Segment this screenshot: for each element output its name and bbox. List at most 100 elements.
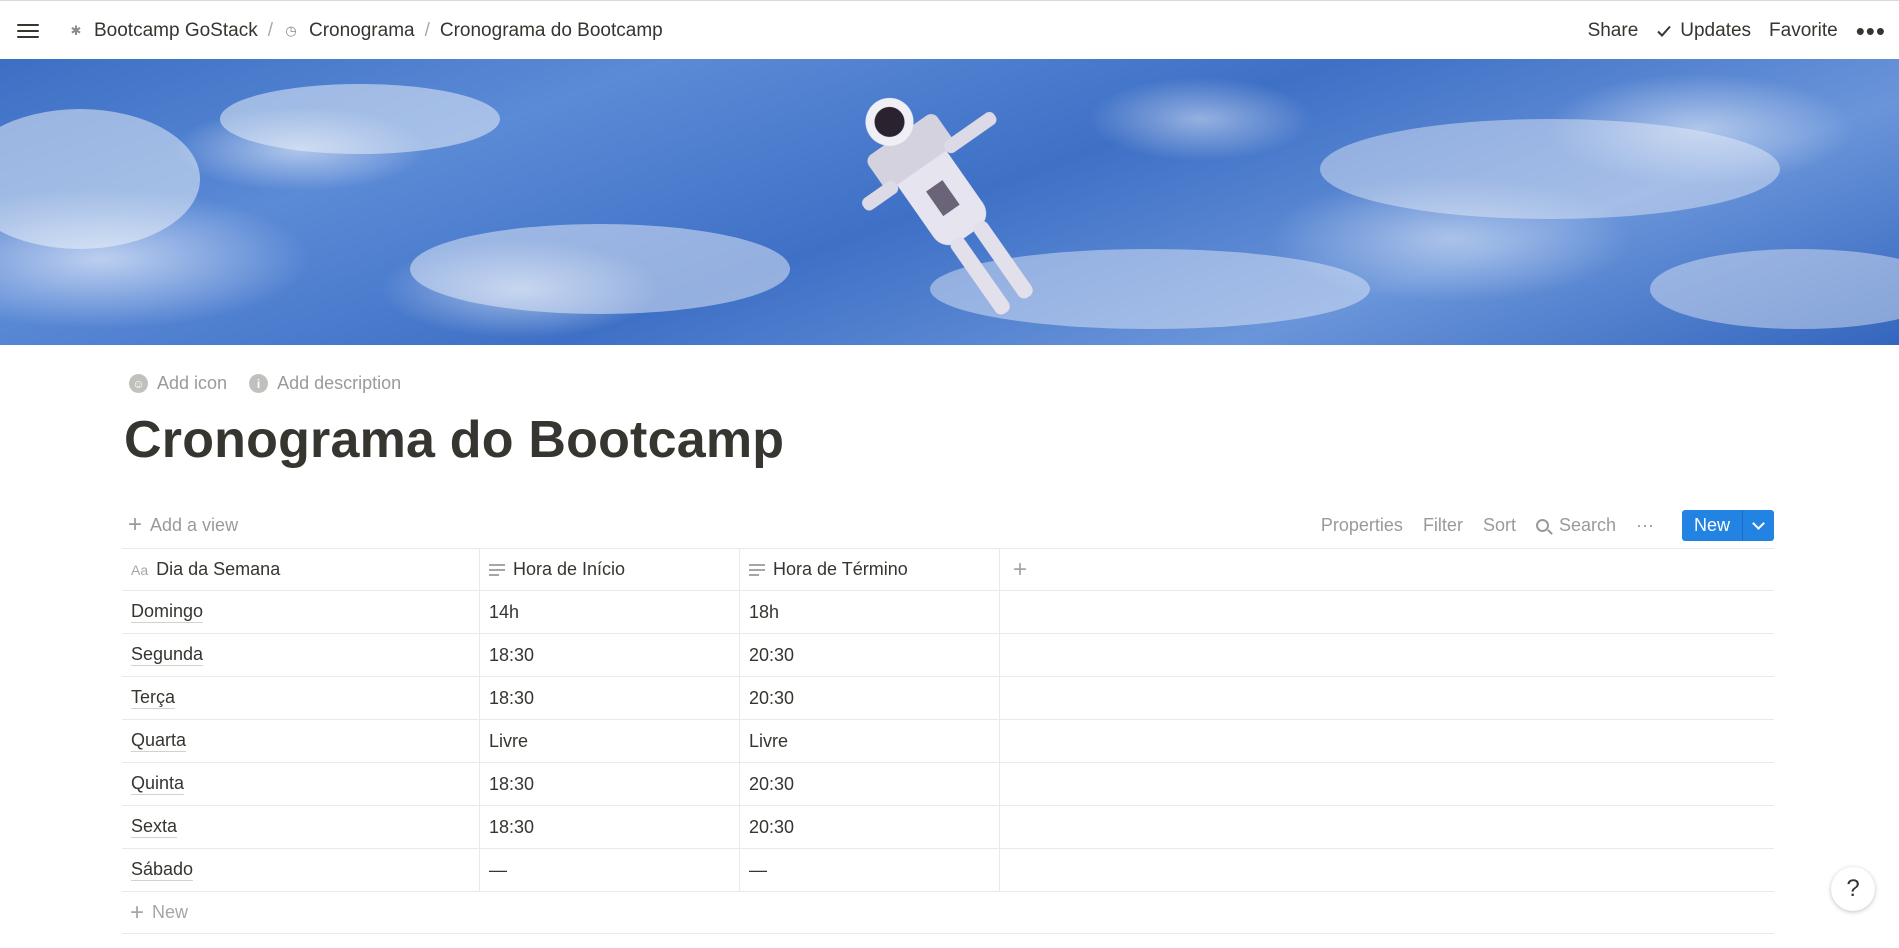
chevron-down-icon[interactable]	[1742, 509, 1774, 541]
cell-end[interactable]: Livre	[740, 720, 1000, 762]
breadcrumb-current-page[interactable]: Cronograma do Bootcamp	[434, 16, 669, 46]
cover-image	[0, 59, 1899, 345]
cell-end[interactable]: 20:30	[740, 677, 1000, 719]
cell-start[interactable]: —	[480, 849, 740, 891]
add-description-label: Add description	[277, 373, 402, 393]
add-view-label: Add a view	[150, 514, 239, 535]
cell-day[interactable]: Sábado	[122, 849, 480, 891]
cell-empty[interactable]	[1000, 677, 1774, 719]
breadcrumb-workspace[interactable]: ✱ Bootcamp GoStack	[62, 16, 264, 46]
table-row[interactable]: Terça 18:30 20:30	[122, 677, 1774, 720]
breadcrumb: ✱ Bootcamp GoStack / ◷ Cronograma / Cron…	[62, 1, 669, 60]
table-row[interactable]: Sábado — —	[122, 849, 1774, 892]
breadcrumb-label: Cronograma do Bootcamp	[439, 19, 663, 41]
title-property-icon: Aa	[131, 561, 149, 578]
column-header-label: Dia da Semana	[156, 559, 281, 579]
database-table: Aa Dia da Semana Hora de Início Hora de …	[122, 548, 1774, 934]
table-row[interactable]: Domingo 14h 18h	[122, 591, 1774, 634]
cell-empty[interactable]	[1000, 806, 1774, 848]
workspace-icon: ✱	[70, 22, 82, 38]
database-view-bar: + Add a view Properties Filter Sort Sear…	[122, 503, 1774, 547]
add-icon-label: Add icon	[157, 373, 228, 393]
cell-empty[interactable]	[1000, 849, 1774, 891]
add-view-button[interactable]: + Add a view	[122, 509, 244, 541]
new-row-label: New	[152, 902, 189, 922]
cell-end[interactable]: 20:30	[740, 634, 1000, 676]
text-lines-icon	[489, 563, 505, 576]
updates-button[interactable]: Updates	[1647, 16, 1760, 46]
table-row[interactable]: Segunda 18:30 20:30	[122, 634, 1774, 677]
plus-icon: +	[130, 898, 145, 926]
cell-start[interactable]: 18:30	[480, 806, 740, 848]
breadcrumb-label: Bootcamp GoStack	[94, 19, 258, 41]
table-header: Aa Dia da Semana Hora de Início Hora de …	[122, 548, 1774, 591]
column-header-label: Hora de Término	[773, 559, 908, 579]
plus-icon: +	[128, 511, 143, 538]
more-options-icon[interactable]: •••	[1847, 14, 1895, 48]
cell-day[interactable]: Quarta	[122, 720, 480, 762]
view-more-options-icon[interactable]: ···	[1626, 511, 1664, 540]
row-title[interactable]: Quarta	[131, 730, 187, 753]
cell-empty[interactable]	[1000, 720, 1774, 762]
cell-start[interactable]: 18:30	[480, 677, 740, 719]
breadcrumb-cronograma[interactable]: ◷ Cronograma	[277, 16, 421, 46]
sidebar-menu-button[interactable]	[16, 20, 40, 42]
table-row[interactable]: Quinta 18:30 20:30	[122, 763, 1774, 806]
cell-end[interactable]: 20:30	[740, 763, 1000, 805]
cell-start[interactable]: 14h	[480, 591, 740, 633]
cell-day[interactable]: Domingo	[122, 591, 480, 633]
cell-empty[interactable]	[1000, 634, 1774, 676]
row-title[interactable]: Segunda	[131, 644, 204, 667]
top-bar: ✱ Bootcamp GoStack / ◷ Cronograma / Cron…	[0, 0, 1899, 59]
column-header-label: Hora de Início	[513, 559, 626, 579]
cell-end[interactable]: —	[740, 849, 1000, 891]
plus-icon: +	[1013, 555, 1028, 583]
cell-start[interactable]: 18:30	[480, 634, 740, 676]
sort-button[interactable]: Sort	[1473, 511, 1526, 540]
page-title[interactable]: Cronograma do Bootcamp	[124, 410, 784, 470]
cell-empty[interactable]	[1000, 763, 1774, 805]
cell-end[interactable]: 20:30	[740, 806, 1000, 848]
check-icon	[1657, 25, 1672, 37]
row-title[interactable]: Sábado	[131, 859, 194, 882]
search-button[interactable]: Search	[1526, 511, 1626, 540]
cell-empty[interactable]	[1000, 591, 1774, 633]
new-row-button[interactable]: + New	[122, 892, 1774, 934]
astronaut-illustration	[0, 84, 1899, 329]
column-header-hora-de-termino[interactable]: Hora de Término	[740, 549, 1000, 590]
row-title[interactable]: Terça	[131, 687, 176, 710]
breadcrumb-separator: /	[424, 19, 430, 41]
filter-button[interactable]: Filter	[1413, 511, 1473, 540]
column-header-hora-de-inicio[interactable]: Hora de Início	[480, 549, 740, 590]
new-button[interactable]: New	[1681, 509, 1742, 541]
search-icon	[1535, 518, 1549, 532]
table-row[interactable]: Sexta 18:30 20:30	[122, 806, 1774, 849]
cell-day[interactable]: Quinta	[122, 763, 480, 805]
cell-start[interactable]: 18:30	[480, 763, 740, 805]
new-button-group: New	[1681, 509, 1774, 541]
share-button[interactable]: Share	[1579, 16, 1648, 46]
breadcrumb-separator: /	[267, 19, 273, 41]
cell-start[interactable]: Livre	[480, 720, 740, 762]
row-title[interactable]: Domingo	[131, 601, 204, 624]
top-actions: Share Updates Favorite •••	[1579, 1, 1899, 60]
column-header-dia-da-semana[interactable]: Aa Dia da Semana	[122, 549, 480, 590]
cell-day[interactable]: Terça	[122, 677, 480, 719]
clock-icon: ◷	[285, 22, 297, 38]
help-button[interactable]: ?	[1831, 867, 1875, 911]
search-label: Search	[1558, 514, 1616, 535]
row-title[interactable]: Quinta	[131, 773, 185, 796]
page-controls: ☺ Add icon i Add description	[125, 370, 405, 397]
cell-day[interactable]: Sexta	[122, 806, 480, 848]
info-icon: i	[249, 374, 269, 393]
text-lines-icon	[749, 563, 765, 576]
properties-button[interactable]: Properties	[1311, 511, 1413, 540]
add-description-button[interactable]: i Add description	[245, 370, 405, 397]
add-icon-button[interactable]: ☺ Add icon	[125, 370, 231, 397]
cell-day[interactable]: Segunda	[122, 634, 480, 676]
table-row[interactable]: Quarta Livre Livre	[122, 720, 1774, 763]
favorite-button[interactable]: Favorite	[1760, 16, 1847, 46]
row-title[interactable]: Sexta	[131, 816, 178, 839]
cell-end[interactable]: 18h	[740, 591, 1000, 633]
add-column-button[interactable]: +	[1000, 549, 1774, 590]
